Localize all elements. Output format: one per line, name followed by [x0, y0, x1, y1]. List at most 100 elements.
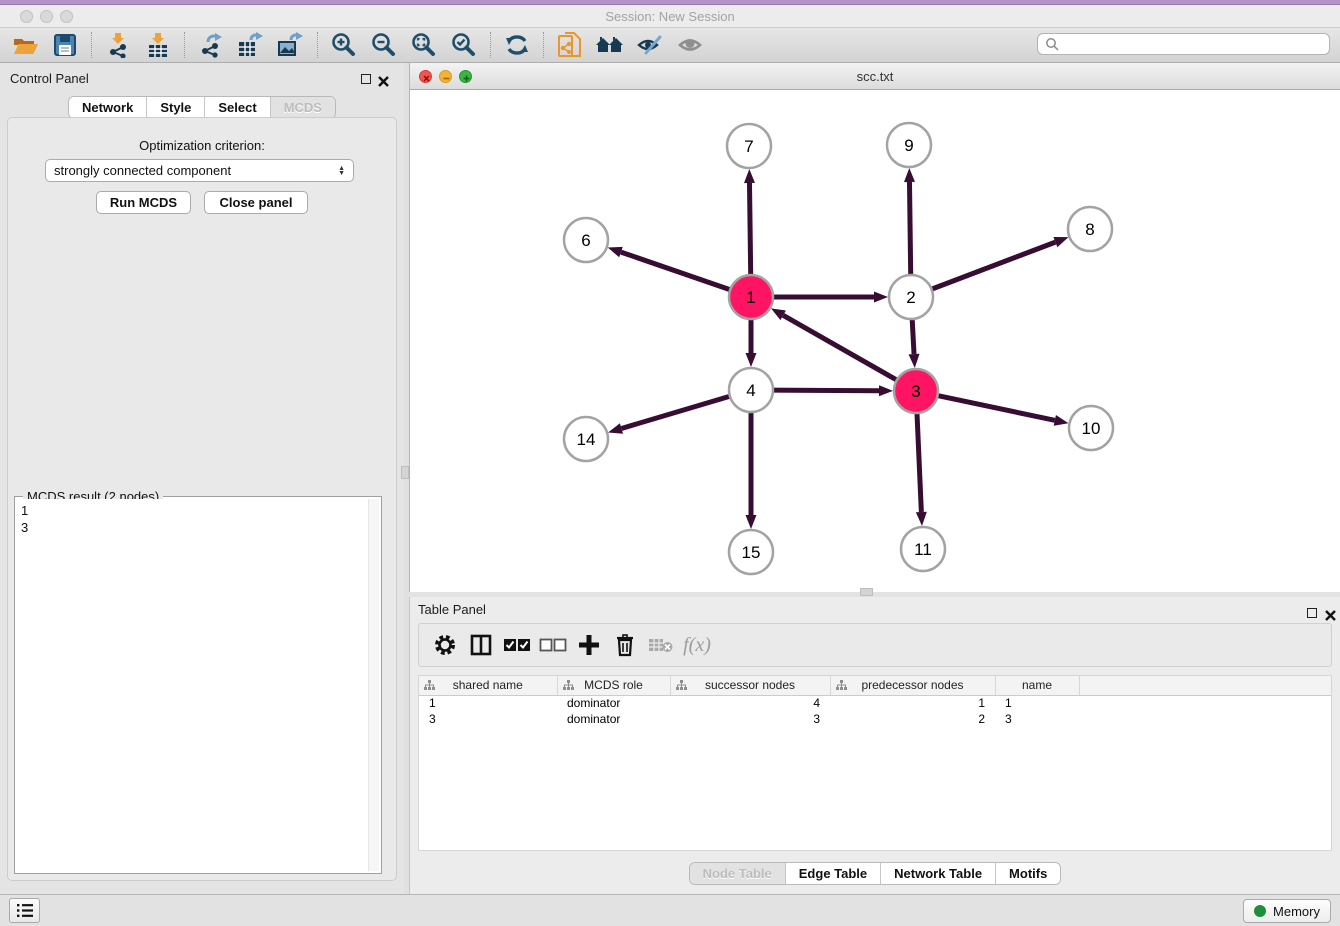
mcds-tab-content: Optimization criterion: strongly connect… [7, 117, 397, 881]
result-scrollbar[interactable] [368, 499, 379, 871]
table-row[interactable]: 3dominator323 [419, 711, 1331, 727]
tab-network-table[interactable]: Network Table [881, 863, 996, 884]
tab-style[interactable]: Style [147, 97, 205, 118]
tab-select[interactable]: Select [205, 97, 270, 118]
memory-label: Memory [1273, 904, 1320, 919]
export-table-icon[interactable] [234, 30, 268, 60]
search-icon [1045, 37, 1059, 51]
edge-arrowhead [608, 247, 623, 257]
memory-button[interactable]: Memory [1243, 899, 1331, 923]
optimization-select[interactable]: strongly connected component ▲▼ [45, 159, 354, 182]
hide-eye-icon[interactable] [633, 30, 667, 60]
node-label-15: 15 [742, 543, 761, 562]
table-toolbar: f(x) [418, 623, 1332, 667]
save-session-icon[interactable] [48, 30, 82, 60]
mcds-result-line: 1 [21, 502, 364, 519]
toolbar-separator [184, 32, 185, 58]
column-type-icon [424, 680, 435, 694]
graph-edge[interactable] [749, 183, 750, 278]
node-table-body: 1dominator4113dominator323 [419, 695, 1331, 727]
show-columns-icon[interactable] [463, 629, 499, 661]
edge-arrowhead [746, 515, 757, 529]
column-header-predecessor-nodes[interactable]: predecessor nodes [830, 676, 995, 695]
network-document-icon[interactable] [553, 30, 587, 60]
node-label-7: 7 [744, 137, 753, 156]
control-panel: Control Panel Network Style Select MCDS … [0, 63, 404, 894]
close-table-panel-icon[interactable] [1325, 608, 1336, 619]
task-history-button[interactable] [9, 898, 40, 923]
column-header-shared-name[interactable]: shared name [419, 676, 557, 695]
tab-motifs[interactable]: Motifs [996, 863, 1060, 884]
graph-edge[interactable] [917, 410, 922, 512]
export-network-icon[interactable] [194, 30, 228, 60]
node-label-1: 1 [746, 288, 755, 307]
table-panel-title: Table Panel [418, 602, 486, 617]
apply-layout-icon[interactable] [500, 30, 534, 60]
mcds-result-list[interactable]: 1 3 [17, 499, 368, 871]
node-label-8: 8 [1085, 220, 1094, 239]
search-field[interactable] [1037, 33, 1330, 55]
run-mcds-button[interactable]: Run MCDS [96, 191, 191, 214]
select-all-columns-icon[interactable] [499, 629, 535, 661]
edge-arrowhead [916, 512, 927, 526]
network-canvas[interactable]: 7968124314101511 [410, 90, 1340, 592]
column-header-successor-nodes[interactable]: successor nodes [670, 676, 830, 695]
graph-edge[interactable] [783, 315, 899, 381]
edge-arrowhead [874, 292, 888, 303]
graph-edge[interactable] [912, 316, 914, 354]
delete-columns-icon[interactable] [607, 629, 643, 661]
node-label-11: 11 [914, 540, 932, 559]
tab-network[interactable]: Network [69, 97, 147, 118]
node-label-9: 9 [904, 136, 913, 155]
open-session-icon[interactable] [8, 30, 42, 60]
import-network-icon[interactable] [101, 30, 135, 60]
node-label-2: 2 [906, 288, 915, 307]
table-row[interactable]: 1dominator411 [419, 695, 1331, 711]
graph-edge[interactable] [770, 390, 879, 391]
network-graph[interactable]: 7968124314101511 [410, 90, 1340, 592]
search-input[interactable] [1059, 37, 1329, 51]
homes-icon[interactable] [593, 30, 627, 60]
column-type-icon [676, 680, 687, 694]
close-panel-button[interactable]: Close panel [204, 191, 308, 214]
node-label-6: 6 [581, 231, 590, 250]
close-panel-icon[interactable] [378, 74, 389, 85]
column-type-icon [563, 680, 574, 694]
graph-edge[interactable] [909, 182, 910, 278]
vertical-splitter-handle[interactable] [401, 466, 409, 479]
tab-node-table[interactable]: Node Table [690, 863, 786, 884]
delete-table-icon [643, 629, 679, 661]
zoom-out-icon[interactable] [367, 30, 401, 60]
zoom-fit-icon[interactable] [407, 30, 441, 60]
column-header-mcds-role[interactable]: MCDS role [557, 676, 670, 695]
memory-status-icon [1254, 905, 1266, 917]
unselect-all-columns-icon[interactable] [535, 629, 571, 661]
edge-arrowhead [608, 423, 623, 434]
network-window-titlebar[interactable]: scc.txt [410, 63, 1340, 90]
graph-edge[interactable] [929, 242, 1056, 290]
column-header-filler [1079, 676, 1331, 695]
eye-icon[interactable] [673, 30, 707, 60]
add-column-icon[interactable] [571, 629, 607, 661]
zoom-in-icon[interactable] [327, 30, 361, 60]
column-header-name[interactable]: name [995, 676, 1079, 695]
table-options-icon[interactable] [427, 629, 463, 661]
horizontal-splitter-handle[interactable] [860, 588, 873, 596]
application-window: Session: New Session [0, 0, 1340, 926]
import-table-icon[interactable] [141, 30, 175, 60]
graph-edge[interactable] [621, 252, 733, 291]
float-table-panel-icon[interactable] [1307, 608, 1317, 618]
export-image-icon[interactable] [274, 30, 308, 60]
tab-mcds[interactable]: MCDS [271, 97, 335, 118]
toolbar-separator [490, 32, 491, 58]
float-panel-icon[interactable] [361, 74, 371, 84]
chevron-up-down-icon: ▲▼ [338, 166, 345, 176]
table-header-row: shared name MCDS role successor nodes pr… [419, 676, 1331, 695]
zoom-selected-icon[interactable] [447, 30, 481, 60]
graph-edge[interactable] [621, 395, 732, 428]
network-view-window: scc.txt 7968124314101511 [409, 63, 1340, 592]
tab-edge-table[interactable]: Edge Table [786, 863, 881, 884]
graph-edge[interactable] [935, 395, 1055, 420]
column-type-icon [836, 680, 847, 694]
control-panel-tabs: Network Style Select MCDS [0, 96, 404, 119]
